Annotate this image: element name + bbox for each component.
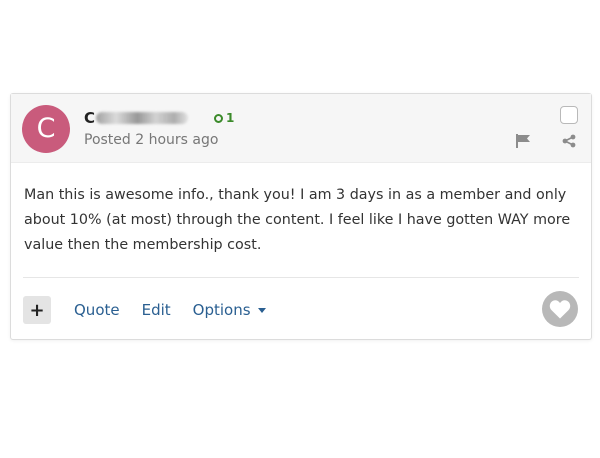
heart-icon xyxy=(549,300,571,319)
post-actions: + Quote Edit Options xyxy=(23,296,266,324)
divider xyxy=(23,277,579,278)
flag-icon[interactable] xyxy=(515,134,531,148)
author-name[interactable]: C xyxy=(84,109,95,127)
author-row: C 1 xyxy=(84,108,234,128)
post-body: Man this is awesome info., thank you! I … xyxy=(24,187,571,253)
options-dropdown[interactable]: Options xyxy=(193,301,266,319)
quote-button[interactable]: Quote xyxy=(74,301,120,319)
select-post-checkbox[interactable] xyxy=(560,106,578,124)
reputation-count: 1 xyxy=(226,111,235,125)
like-button[interactable] xyxy=(542,291,578,327)
reputation-circle-icon xyxy=(214,113,224,123)
posted-time[interactable]: Posted 2 hours ago xyxy=(84,132,218,148)
multiquote-plus-button[interactable]: + xyxy=(23,296,51,324)
forum-post: C C 1 Posted 2 hours ago Man this is awe… xyxy=(10,93,592,340)
reputation-badge[interactable]: 1 xyxy=(214,111,234,125)
options-label: Options xyxy=(192,301,251,319)
caret-down-icon xyxy=(257,307,266,313)
post-header: C C 1 Posted 2 hours ago xyxy=(11,94,591,163)
avatar[interactable]: C xyxy=(22,105,70,153)
share-icon[interactable] xyxy=(562,134,576,148)
author-name-redaction xyxy=(96,112,189,124)
edit-button[interactable]: Edit xyxy=(142,301,171,319)
